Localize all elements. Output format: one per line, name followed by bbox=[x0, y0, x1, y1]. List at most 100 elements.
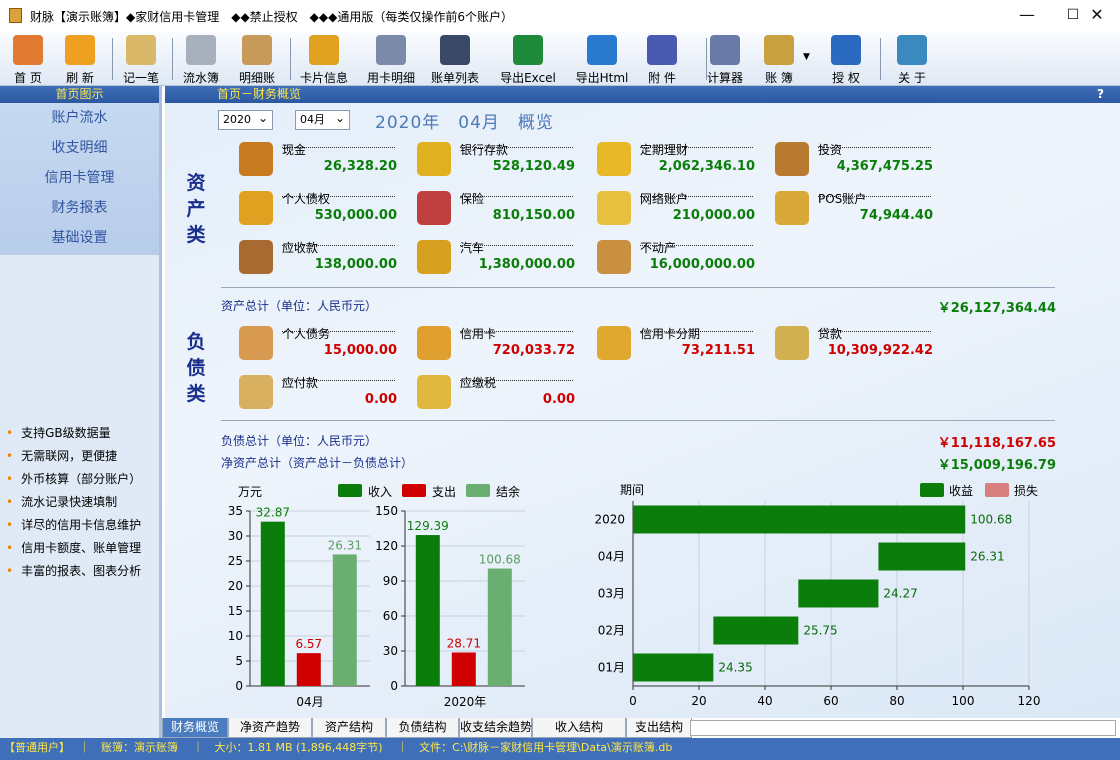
tab-4[interactable]: 负债结构 bbox=[386, 718, 459, 738]
account-name: 投资 bbox=[818, 143, 843, 157]
account-item[interactable]: 投资 4,367,475.25 bbox=[773, 140, 943, 180]
left-panel: 首页图示 账户流水 收支明细 信用卡管理 财务报表 基础设置 支持GB级数据量 … bbox=[0, 86, 162, 738]
personal-claim-icon bbox=[239, 191, 273, 225]
toolbar-button-bill-list[interactable]: 账单列表 bbox=[424, 34, 486, 85]
x-tick-label: 100 bbox=[952, 694, 975, 708]
account-item[interactable]: 信用卡分期 73,211.51 bbox=[595, 324, 765, 364]
receivable-bag-icon bbox=[239, 240, 273, 274]
year-select[interactable]: 2020 bbox=[218, 109, 273, 130]
unit-label: 万元 bbox=[238, 485, 262, 499]
toolbar-button-attachment[interactable]: 附 件 bbox=[638, 34, 686, 85]
account-item[interactable]: 个人债务 15,000.00 bbox=[237, 324, 407, 364]
bar-value-label: 129.39 bbox=[407, 519, 449, 533]
toolbar-button-key[interactable]: 授 权 bbox=[822, 34, 870, 85]
feature-item: 丰富的报表、图表分析 bbox=[6, 562, 141, 585]
account-item[interactable]: 现金 26,328.20 bbox=[237, 140, 407, 180]
nav-item-account-flow[interactable]: 账户流水 bbox=[0, 103, 159, 133]
personal-debt-icon bbox=[239, 326, 273, 360]
legend-swatch bbox=[338, 484, 362, 497]
toolbar-separator bbox=[706, 38, 707, 80]
y-tick-label: 25 bbox=[228, 554, 243, 568]
y-axis-title: 期间 bbox=[620, 483, 644, 497]
detail-icon bbox=[242, 35, 272, 65]
account-item[interactable]: 银行存款 528,120.49 bbox=[415, 140, 585, 180]
account-name: POS账户 bbox=[818, 192, 867, 206]
toolbar-button-excel[interactable]: 导出Excel bbox=[494, 34, 562, 85]
nav-item-income-expense[interactable]: 收支明细 bbox=[0, 133, 159, 163]
x-tick-label: 60 bbox=[823, 694, 838, 708]
y-tick-label: 5 bbox=[235, 654, 243, 668]
info-icon bbox=[897, 35, 927, 65]
tab-7[interactable]: 支出结构 bbox=[626, 718, 692, 738]
minimize-button[interactable]: — bbox=[1004, 0, 1050, 32]
main-header-title: 首页－财务概览 bbox=[217, 87, 302, 101]
waterfall-bar bbox=[633, 653, 714, 682]
toolbar-button-detail[interactable]: 明细账 bbox=[232, 34, 282, 85]
bar-expense bbox=[296, 653, 321, 686]
toolbar-button-label: 流水簿 bbox=[182, 71, 219, 85]
bank-deposit-icon bbox=[417, 142, 451, 176]
account-item[interactable]: 应收款 138,000.00 bbox=[237, 238, 407, 278]
toolbar: 首 页 刷 新 记一笔 流水簿 明细账 卡片信息 用卡明细 账单列表 导出Excel 导出Html… bbox=[0, 32, 1120, 86]
nav-item-credit-card[interactable]: 信用卡管理 bbox=[0, 163, 159, 193]
account-item[interactable]: 汽车 1,380,000.00 bbox=[415, 238, 585, 278]
payable-icon bbox=[239, 375, 273, 409]
account-item[interactable]: 不动产 16,000,000.00 bbox=[595, 238, 765, 278]
account-value: 73,211.51 bbox=[681, 343, 755, 358]
month-select[interactable]: 04月 bbox=[295, 109, 350, 130]
bar-expense bbox=[451, 652, 476, 686]
bar-value-label: 100.68 bbox=[970, 513, 1012, 527]
waterfall-bar bbox=[878, 542, 966, 571]
x-tick-label: 04月 bbox=[296, 695, 323, 709]
help-icon[interactable]: ? bbox=[1097, 86, 1104, 103]
toolbar-button-database[interactable]: 账 簿 bbox=[752, 34, 806, 85]
toolbar-button-ie[interactable]: 导出Html bbox=[566, 34, 638, 85]
tab-1[interactable]: 财务概览 bbox=[162, 718, 228, 738]
status-bar: 【普通用户】 ｜ 账簿：演示账簿 ｜ 大小：1.81 MB (1,896,448… bbox=[0, 738, 1120, 760]
y-tick-label: 02月 bbox=[598, 624, 625, 638]
divider bbox=[221, 287, 1055, 288]
y-tick-label: 150 bbox=[375, 504, 398, 518]
nav-item-settings[interactable]: 基础设置 bbox=[0, 223, 159, 253]
legend-swatch bbox=[402, 484, 426, 497]
account-item[interactable]: 网络账户 210,000.00 bbox=[595, 189, 765, 229]
bar-value-label: 100.68 bbox=[479, 553, 521, 567]
toolbar-button-info[interactable]: 关 于 bbox=[888, 34, 936, 85]
toolbar-button-home[interactable]: 首 页 bbox=[6, 34, 50, 85]
toolbar-button-label: 刷 新 bbox=[66, 71, 94, 85]
nav-item-reports[interactable]: 财务报表 bbox=[0, 193, 159, 223]
toolbar-button-cards[interactable]: 用卡明细 bbox=[360, 34, 422, 85]
tab-6[interactable]: 收入结构 bbox=[532, 718, 626, 738]
account-item[interactable]: 信用卡 720,033.72 bbox=[415, 324, 585, 364]
account-item[interactable]: 贷款 10,309,922.42 bbox=[773, 324, 943, 364]
toolbar-button-ledger[interactable]: 流水簿 bbox=[176, 34, 226, 85]
account-value: 530,000.00 bbox=[314, 208, 397, 223]
account-item[interactable]: 保险 810,150.00 bbox=[415, 189, 585, 229]
tab-2[interactable]: 净资产趋势 bbox=[228, 718, 312, 738]
dropdown-arrow-icon[interactable]: ▼ bbox=[803, 52, 810, 62]
toolbar-button-card[interactable]: 卡片信息 bbox=[294, 34, 354, 85]
legend-label: 结余 bbox=[496, 484, 520, 499]
bar-value-label: 32.87 bbox=[256, 506, 290, 520]
asset-total-value: ￥26,127,364.44 bbox=[937, 301, 1056, 316]
tab-3[interactable]: 资产结构 bbox=[312, 718, 386, 738]
cards-icon bbox=[376, 35, 406, 65]
x-tick-label: 40 bbox=[757, 694, 772, 708]
x-tick-label: 2020年 bbox=[444, 695, 487, 709]
toolbar-button-pen[interactable]: 记一笔 bbox=[114, 34, 168, 85]
toolbar-button-refresh[interactable]: 刷 新 bbox=[58, 34, 102, 85]
account-value: 1,380,000.00 bbox=[478, 257, 575, 272]
account-item[interactable]: 应缴税 0.00 bbox=[415, 373, 585, 413]
income-expense-chart: 万元 收入 支出 结余 0 5 10 15 20 25 30 35 32.87 6.57 26.31 04月 0… bbox=[228, 484, 525, 709]
y-tick-label: 0 bbox=[235, 679, 243, 693]
toolbar-button-label: 首 页 bbox=[14, 71, 42, 85]
close-button[interactable]: ✕ bbox=[1074, 0, 1120, 32]
account-item[interactable]: 应付款 0.00 bbox=[237, 373, 407, 413]
tab-5[interactable]: 收支结余趋势 bbox=[459, 718, 532, 738]
account-item[interactable]: POS账户 74,944.40 bbox=[773, 189, 943, 229]
account-item[interactable]: 定期理财 2,062,346.10 bbox=[595, 140, 765, 180]
waterfall-bar bbox=[798, 579, 879, 608]
account-item[interactable]: 个人债权 530,000.00 bbox=[237, 189, 407, 229]
ie-icon bbox=[587, 35, 617, 65]
y-tick-label: 0 bbox=[390, 679, 398, 693]
